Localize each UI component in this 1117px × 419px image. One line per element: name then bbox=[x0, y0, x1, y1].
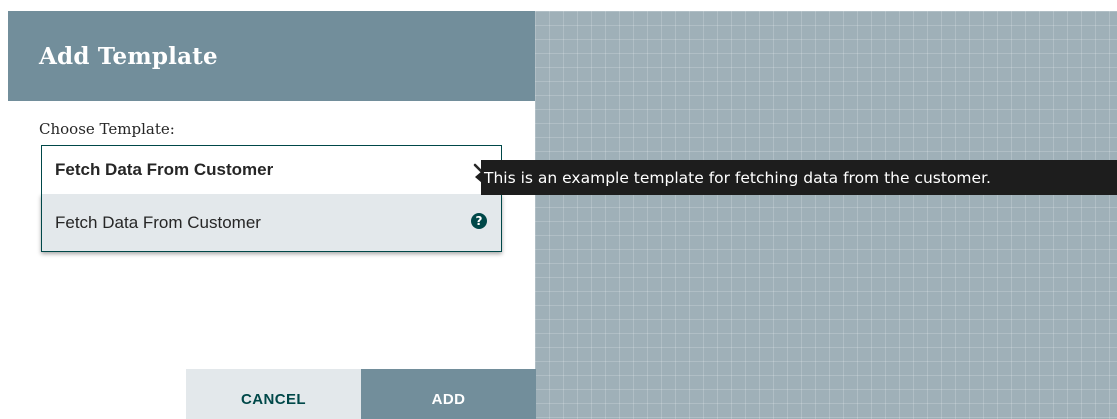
dialog-title: Add Template bbox=[39, 42, 218, 70]
flow-canvas-grid[interactable] bbox=[535, 11, 1117, 419]
template-combo[interactable]: Fetch Data From Customer Fetch Data From… bbox=[41, 145, 502, 252]
template-options-list: Fetch Data From Customer ? bbox=[41, 194, 502, 252]
choose-template-label: Choose Template: bbox=[39, 120, 175, 138]
template-option[interactable]: Fetch Data From Customer ? bbox=[42, 194, 501, 251]
template-selected-value: Fetch Data From Customer bbox=[55, 160, 274, 179]
add-button[interactable]: ADD bbox=[361, 369, 536, 419]
question-circle-icon[interactable]: ? bbox=[471, 213, 487, 229]
cancel-button[interactable]: CANCEL bbox=[186, 369, 361, 419]
dialog-header: Add Template bbox=[8, 11, 535, 101]
template-combo-selected[interactable]: Fetch Data From Customer bbox=[41, 145, 502, 194]
template-description-tooltip: This is an example template for fetching… bbox=[481, 160, 1117, 195]
add-template-dialog: Add Template Choose Template: Fetch Data… bbox=[8, 11, 536, 419]
app-stage: Add Template Choose Template: Fetch Data… bbox=[0, 0, 1117, 419]
template-option-label: Fetch Data From Customer bbox=[55, 212, 261, 232]
